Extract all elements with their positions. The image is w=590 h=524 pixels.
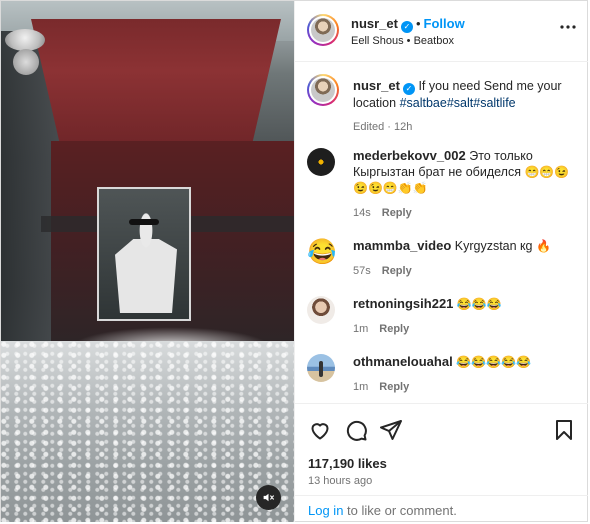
more-options-button[interactable] (558, 17, 578, 37)
edited-time: 12h (394, 121, 413, 133)
comment-username[interactable]: mammba_video (353, 238, 451, 253)
audio-artist: Eell Shous (351, 35, 404, 47)
comments-list[interactable]: nusr_et ✓ If you need Send me your locati… (295, 62, 588, 402)
comment-meta: 1m Reply (353, 321, 581, 337)
audio-separator: • (406, 35, 411, 47)
comment-emoji: 😂😂😂😂😂 (456, 355, 531, 369)
commenter-avatar[interactable] (307, 296, 335, 324)
audio-line[interactable]: Eell Shous • Beatbox (351, 35, 454, 47)
avatar-ring-inner (309, 76, 337, 104)
paper-plane-icon[interactable] (379, 418, 403, 442)
caption-body: nusr_et ✓ If you need Send me your locati… (353, 78, 581, 135)
video-lamp (5, 29, 45, 51)
post-time: 13 hours ago (308, 475, 373, 487)
edited-separator: · (387, 121, 391, 133)
avatar-image (311, 18, 335, 42)
avatar-figure (319, 361, 323, 377)
mute-button[interactable] (256, 485, 281, 510)
caption-hashtags[interactable]: #saltbae#salt#saltlife (400, 96, 516, 110)
comment-body: retnoningsih221 😂😂😂 1m Reply (353, 296, 581, 337)
caption-avatar[interactable] (307, 74, 339, 106)
comment-bubble-icon[interactable] (344, 418, 368, 442)
author-username[interactable]: nusr_et (351, 16, 398, 31)
avatar-image (311, 78, 335, 102)
caption-meta: Edited · 12h (353, 119, 581, 135)
reply-button[interactable]: Reply (382, 207, 412, 219)
comment-meta: 14s Reply (353, 205, 581, 221)
login-bar: Log in to like or comment. (295, 495, 588, 524)
comment-username[interactable]: mederbekovv_002 (353, 148, 466, 163)
edited-label: Edited (353, 121, 385, 133)
login-link[interactable]: Log in (308, 503, 343, 518)
comment-body: mammba_video Kyrgyzstan кg 🔥 57s Reply (353, 238, 581, 279)
reply-button[interactable]: Reply (379, 323, 409, 335)
comment-time: 1m (353, 381, 369, 393)
reply-button[interactable]: Reply (379, 381, 409, 393)
header-dot: • (415, 16, 421, 31)
login-prompt-text: to like or comment. (347, 503, 457, 518)
post-actions: 117,190 likes 13 hours ago Log in to lik… (295, 403, 588, 523)
comment-time: 1m (353, 323, 369, 335)
audio-track: Beatbox (413, 35, 454, 47)
poster-glasses (129, 219, 159, 225)
login-prompt: Log in to like or comment. (308, 503, 457, 518)
speaker-muted-icon (263, 493, 274, 502)
commenter-avatar[interactable]: 😂 (307, 238, 335, 266)
comment-username[interactable]: retnoningsih221 (353, 296, 453, 311)
heart-icon[interactable] (308, 418, 332, 442)
commenter-avatar[interactable] (307, 148, 335, 176)
comment-meta: 57s Reply (353, 263, 581, 279)
video-salt-ground (1, 341, 294, 522)
comment-time: 14s (353, 207, 371, 219)
comment-time: 57s (353, 265, 371, 277)
header-line: nusr_et ✓ • Follow (351, 16, 465, 33)
reel-video[interactable] (1, 1, 294, 522)
comment-emoji: 🔥 (535, 239, 551, 253)
verified-badge-icon: ✓ (402, 83, 415, 95)
video-truck-hopper (31, 19, 281, 149)
reply-button[interactable]: Reply (382, 265, 412, 277)
comment-body: mederbekovv_002 Это только Кыргызтан бра… (353, 148, 581, 221)
commenter-avatar[interactable] (307, 354, 335, 382)
follow-button[interactable]: Follow (424, 16, 465, 31)
verified-badge-icon: ✓ (400, 21, 413, 33)
author-avatar[interactable] (307, 14, 339, 46)
comment-text: Kyrgyzstan кg (454, 239, 533, 253)
comment-body: othmanelouahal 😂😂😂😂😂 1m Reply (353, 354, 581, 395)
comment-username[interactable]: othmanelouahal (353, 354, 453, 369)
comment-emoji: 😂😂😂 (456, 297, 502, 311)
bookmark-icon[interactable] (552, 418, 576, 442)
caption-username[interactable]: nusr_et (353, 78, 400, 93)
video-lamp-head (13, 49, 39, 75)
comment-meta: 1m Reply (353, 379, 581, 395)
video-poster (97, 187, 191, 321)
more-dots-icon (560, 25, 576, 29)
post-sidebar: nusr_et ✓ • Follow Eell Shous • Beatbox nus… (294, 1, 588, 522)
like-count[interactable]: 117,190 likes (308, 456, 387, 471)
post-header: nusr_et ✓ • Follow Eell Shous • Beatbox (295, 1, 588, 62)
avatar-ring-inner (309, 16, 337, 44)
